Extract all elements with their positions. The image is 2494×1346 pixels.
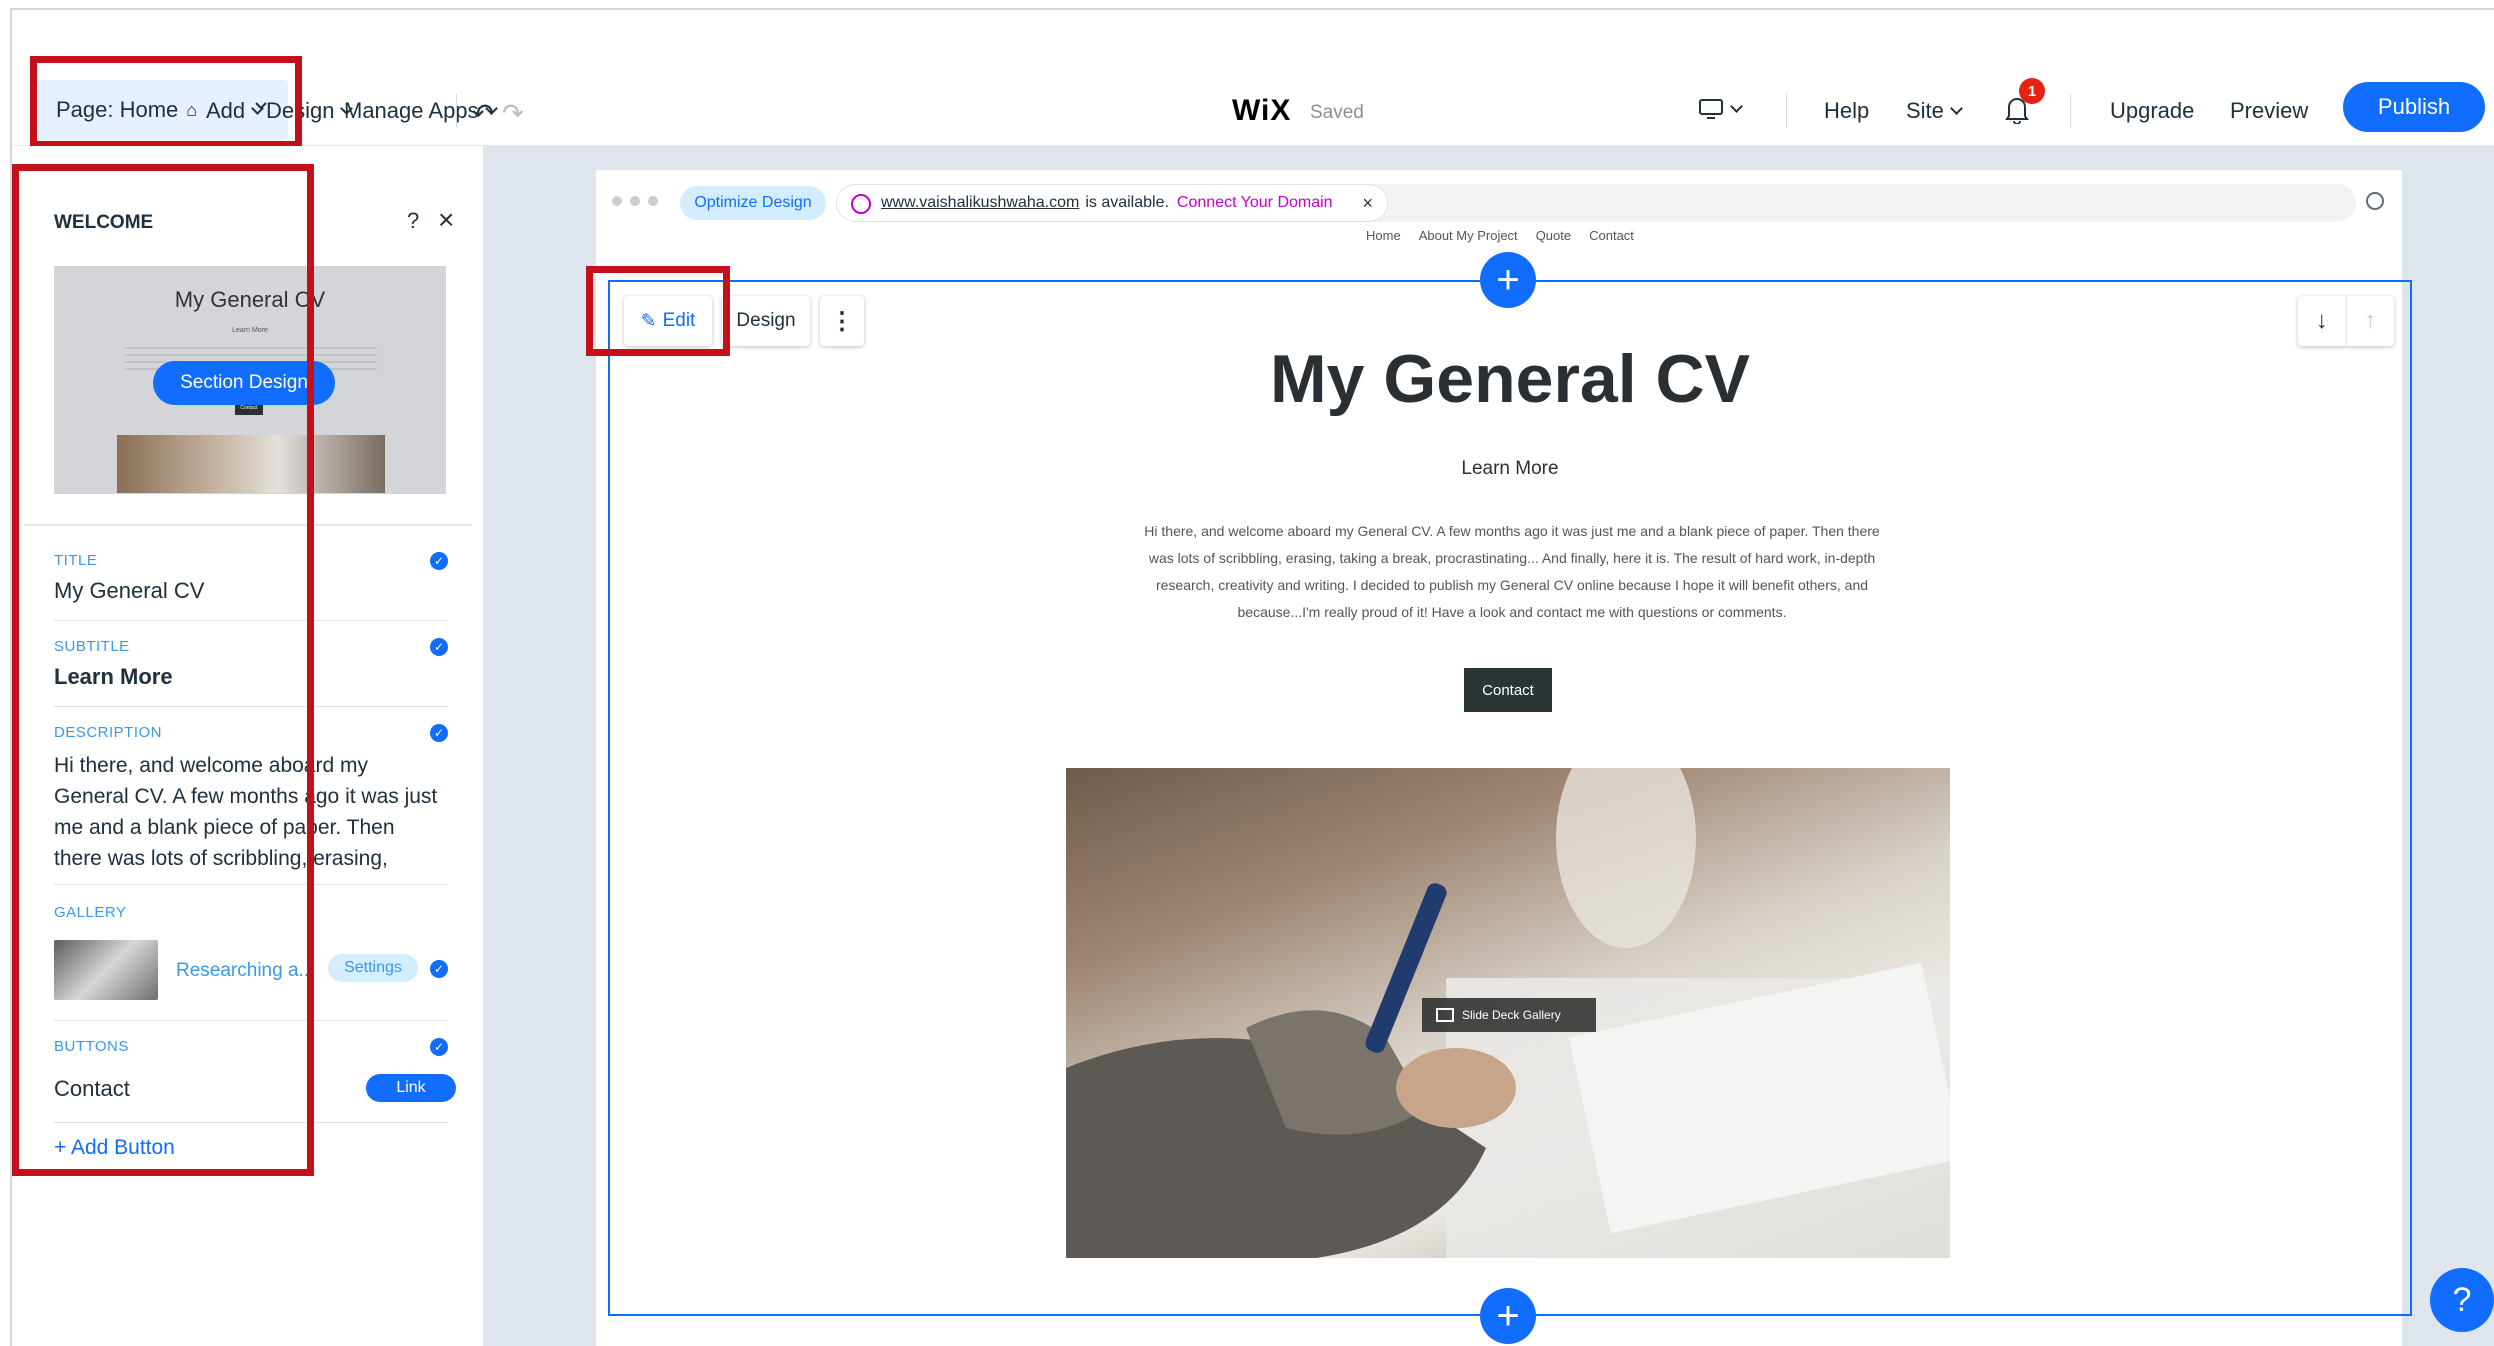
add-section-icon[interactable]: + [1480, 252, 1536, 308]
chevron-down-icon [1730, 100, 1743, 113]
gallery-type-tag: Slide Deck Gallery [1422, 998, 1596, 1032]
gallery-settings-button[interactable]: Settings [328, 954, 418, 982]
menu-manage-apps-label: Manage Apps [344, 98, 479, 123]
more-options-icon[interactable]: ⋮ [820, 296, 864, 346]
divider [2070, 94, 2071, 128]
image-icon [1436, 1008, 1454, 1022]
redo-icon[interactable]: ↷ [502, 98, 524, 129]
menu-site[interactable]: Site [1906, 98, 1963, 124]
undo-icon[interactable]: ↶ [472, 98, 494, 129]
desktop-icon [1699, 99, 1723, 119]
preview-button[interactable]: Preview [2230, 98, 2308, 124]
site-nav-item[interactable]: Contact [1589, 228, 1634, 243]
connect-domain-link[interactable]: Connect Your Domain [1177, 194, 1333, 212]
domain-notice: www.vaishalikushwaha.com is available. C… [836, 184, 1388, 222]
help-button[interactable]: ? [2430, 1268, 2494, 1332]
menu-help-label: Help [1824, 98, 1870, 123]
hero-title[interactable]: My General CV [608, 340, 2412, 418]
browser-bar: Optimize Design www.vaishalikushwaha.com… [596, 170, 2402, 228]
chevron-down-icon [1950, 102, 1963, 115]
site-nav-item[interactable]: Quote [1536, 228, 1571, 243]
device-switcher[interactable] [1698, 98, 1743, 120]
address-bar: www.vaishalikushwaha.com is available. C… [836, 184, 2356, 222]
upgrade-button[interactable]: Upgrade [2110, 98, 2194, 124]
divider [456, 94, 457, 128]
globe-icon [851, 194, 871, 214]
close-icon[interactable]: × [1362, 193, 1373, 214]
editor-window: Page: Home ⌂ Add Design Manage Apps ↶ ↷ … [10, 8, 2494, 1346]
hero-contact-button[interactable]: Contact [1464, 668, 1552, 712]
window-dots [612, 196, 658, 206]
divider [1786, 94, 1787, 128]
help-icon[interactable]: ? [407, 208, 419, 234]
top-bar: Page: Home ⌂ Add Design Manage Apps ↶ ↷ … [12, 10, 2494, 146]
add-section-icon[interactable]: + [1480, 1288, 1536, 1344]
check-icon[interactable]: ✓ [430, 552, 448, 570]
check-icon[interactable]: ✓ [430, 638, 448, 656]
site-nav-item[interactable]: About My Project [1419, 228, 1518, 243]
check-icon[interactable]: ✓ [430, 724, 448, 742]
close-icon[interactable]: × [438, 204, 454, 236]
menu-site-label: Site [1906, 98, 1944, 123]
domain-url[interactable]: www.vaishalikushwaha.com [881, 194, 1079, 212]
highlight-box [30, 56, 302, 148]
upgrade-label: Upgrade [2110, 98, 2195, 123]
save-status: Saved [1310, 102, 1364, 123]
arrow-up-icon[interactable]: ↑ [2345, 296, 2395, 346]
optimize-design-button[interactable]: Optimize Design [680, 186, 826, 220]
publish-button[interactable]: Publish [2343, 82, 2485, 132]
hero-description[interactable]: Hi there, and welcome aboard my General … [1132, 518, 1892, 626]
domain-available: is available. [1085, 194, 1169, 211]
design-button[interactable]: Design [722, 296, 810, 346]
move-section-controls: ↓ ↑ [2298, 296, 2394, 346]
gallery-type-label: Slide Deck Gallery [1462, 1008, 1561, 1022]
preview-label: Preview [2230, 98, 2309, 123]
highlight-box [12, 164, 314, 1176]
check-icon[interactable]: ✓ [430, 960, 448, 978]
wix-logo: WiX [1232, 94, 1292, 127]
check-icon[interactable]: ✓ [430, 1038, 448, 1056]
site-navigation: Home About My Project Quote Contact [1366, 228, 1634, 243]
button-link-pill[interactable]: Link [366, 1074, 456, 1102]
arrow-down-icon[interactable]: ↓ [2298, 296, 2346, 346]
site-nav-item[interactable]: Home [1366, 228, 1401, 243]
zoom-icon[interactable] [2366, 192, 2384, 210]
hero-subtitle[interactable]: Learn More [608, 458, 2412, 480]
notification-badge: 1 [2019, 78, 2045, 104]
menu-help[interactable]: Help [1824, 98, 1869, 124]
